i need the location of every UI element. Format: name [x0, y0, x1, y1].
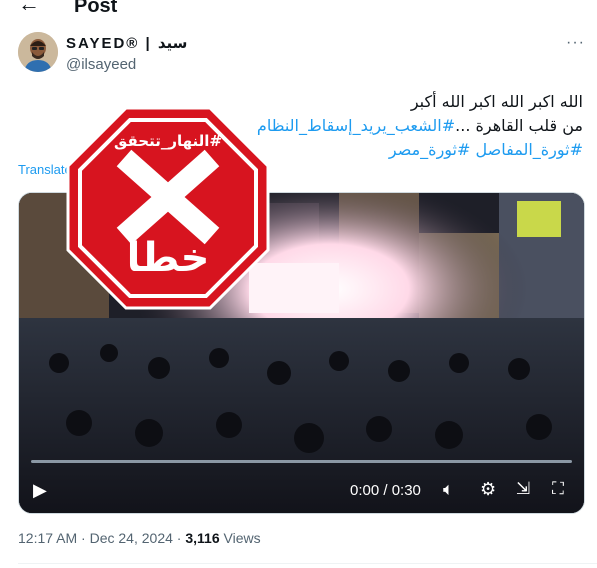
meta-separator: · — [176, 530, 182, 546]
meta-separator: · — [81, 530, 86, 546]
play-icon: ▶ — [33, 480, 47, 501]
popout-button[interactable]: ⇲ — [516, 479, 530, 499]
stamp-verdict: خطأ — [126, 235, 210, 281]
post-date[interactable]: Dec 24, 2024 — [90, 530, 173, 546]
more-button[interactable]: ··· — [566, 34, 585, 52]
hashtag-link[interactable]: #الشعب_يريد_إسقاط_النظام — [257, 116, 455, 135]
tweet-text: من قلب القاهرة ... — [455, 116, 583, 135]
post-time[interactable]: 12:17 AM — [18, 530, 77, 546]
more-icon: ··· — [566, 34, 585, 51]
page-title: Post — [74, 0, 118, 17]
views-count: 3,116 — [185, 530, 220, 546]
popout-icon: ⇲ — [516, 479, 531, 499]
play-button[interactable]: ▶ — [33, 480, 47, 501]
fact-check-stamp: #النهار_تتحقق خطأ — [66, 106, 270, 310]
back-button[interactable]: ← — [18, 0, 42, 16]
video-time: 0:00 / 0:30 — [350, 482, 421, 499]
settings-button[interactable]: ⚙ — [480, 479, 496, 500]
fullscreen-icon: ⛶ — [552, 479, 564, 499]
stamp-source-label: #النهار_تتحقق — [113, 132, 223, 150]
hashtag-link[interactable]: #ثورة_مصر — [389, 140, 471, 159]
author-handle[interactable]: @ilsayeed — [66, 56, 136, 73]
views-label: Views — [223, 530, 261, 546]
fullscreen-button[interactable]: ⛶ — [552, 479, 564, 499]
author-name[interactable]: SAYED® | سيد — [66, 34, 187, 52]
divider — [18, 563, 597, 564]
volume-icon: 🔈︎ — [443, 479, 454, 500]
settings-icon: ⚙ — [480, 479, 497, 500]
arrow-left-icon: ← — [18, 0, 40, 16]
video-progress-track[interactable] — [31, 460, 572, 463]
avatar[interactable] — [18, 32, 58, 72]
tweet-line-1: الله اكبر الله اكبر الله أكبر — [410, 92, 583, 111]
tweet-line-3: #ثورة_المفاصل #ثورة_مصر — [389, 138, 583, 162]
volume-button[interactable]: 🔈︎ — [443, 479, 454, 500]
post-meta: 12:17 AM · Dec 24, 2024 · 3,116 Views — [18, 530, 261, 546]
tweet-line-2: من قلب القاهرة ...#الشعب_يريد_إسقاط_النظ… — [257, 114, 583, 138]
hashtag-link[interactable]: #ثورة_المفاصل — [476, 140, 583, 159]
